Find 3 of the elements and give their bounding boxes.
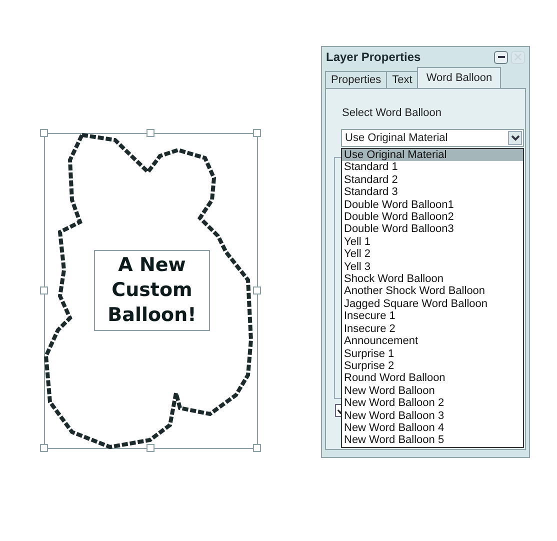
window-title: Layer Properties bbox=[326, 50, 422, 64]
balloon-text: A New Custom Balloon! bbox=[94, 250, 210, 331]
section-label: Select Word Balloon bbox=[342, 107, 442, 119]
